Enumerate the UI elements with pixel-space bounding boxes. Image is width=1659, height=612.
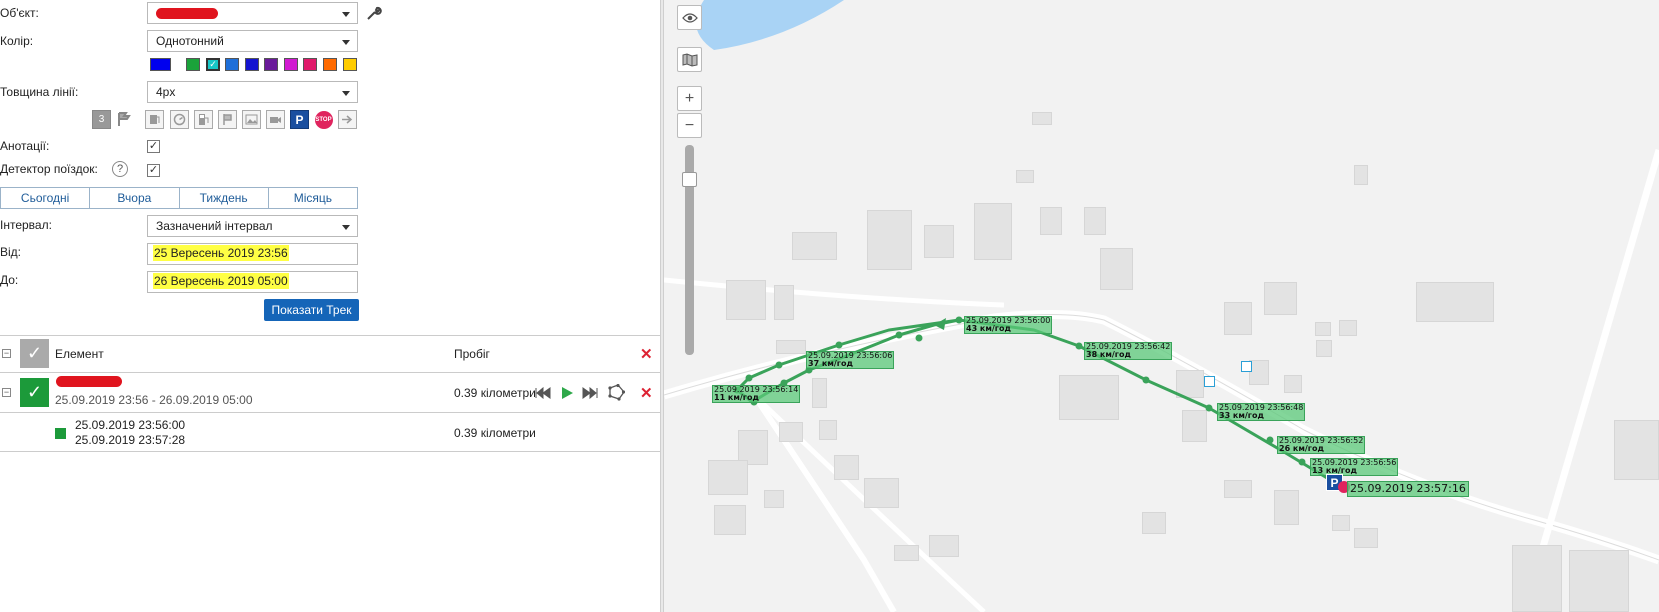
to-label: До: xyxy=(0,273,19,287)
track-annotation: 25.09.2019 23:56:56 13 км/год xyxy=(1310,458,1399,476)
divider xyxy=(0,372,660,373)
zoom-out-button[interactable]: − xyxy=(677,113,702,138)
object-select[interactable] xyxy=(147,2,358,24)
column-element: Елемент xyxy=(55,347,104,361)
bus-stop-icon xyxy=(1204,376,1215,387)
track-annotation: 25.09.2019 23:56:06 37 км/год xyxy=(806,351,895,369)
arrow-right-icon[interactable] xyxy=(338,110,357,129)
track-path xyxy=(733,316,1344,489)
parking-icon[interactable]: P xyxy=(290,110,309,129)
line-width-label: Товщина лінії: xyxy=(0,85,79,99)
track-annotation: 25.09.2019 23:56:52 26 км/год xyxy=(1277,436,1366,454)
color-swatch[interactable] xyxy=(225,58,239,71)
quick-period-tabs: Сьогодні Вчора Тиждень Місяць xyxy=(0,187,358,209)
zoom-in-button[interactable]: + xyxy=(677,86,702,111)
object-label: Об'єкт: xyxy=(0,6,39,20)
select-all-checkbox[interactable]: ✓ xyxy=(20,339,49,368)
from-date-input[interactable]: 25 Вересень 2019 23:56 xyxy=(147,243,358,265)
trip-detector-checkbox[interactable]: ✓ xyxy=(147,164,160,177)
object-redacted xyxy=(156,8,218,19)
color-swatch[interactable] xyxy=(150,58,171,71)
track-checkbox[interactable]: ✓ xyxy=(20,378,49,407)
stop-icon[interactable]: STOP xyxy=(314,110,333,129)
interval-select[interactable]: Зазначений інтервал xyxy=(147,215,358,237)
line-width-select[interactable]: 4px xyxy=(147,81,358,103)
chevron-down-icon xyxy=(342,91,350,96)
fast-forward-icon[interactable] xyxy=(582,386,598,402)
marker-number-icon[interactable]: 3 xyxy=(92,110,111,129)
from-label: Від: xyxy=(0,245,22,259)
color-swatch[interactable]: ✓ xyxy=(206,58,220,71)
collapse-track-icon[interactable]: − xyxy=(2,388,11,397)
chevron-down-icon xyxy=(342,40,350,45)
trip-color-marker xyxy=(55,428,66,439)
zoom-slider-handle[interactable] xyxy=(682,172,697,187)
color-label: Колір: xyxy=(0,34,34,48)
video-icon[interactable] xyxy=(266,110,285,129)
trip-start: 25.09.2019 23:56:00 xyxy=(75,418,186,432)
remove-all-icon[interactable]: ✕ xyxy=(640,345,653,363)
gauge-icon[interactable] xyxy=(170,110,189,129)
from-date-value: 25 Вересень 2019 23:56 xyxy=(153,245,289,261)
interval-value: Зазначений інтервал xyxy=(156,219,273,233)
tab-month[interactable]: Місяць xyxy=(268,188,357,208)
help-icon[interactable]: ? xyxy=(112,161,128,177)
show-track-button[interactable]: Показати Трек xyxy=(264,299,359,321)
fuel-icon[interactable] xyxy=(145,110,164,129)
flag-icon[interactable] xyxy=(218,110,237,129)
track-annotation: 25.09.2019 23:56:48 33 км/год xyxy=(1217,403,1306,421)
map-layers-icon[interactable] xyxy=(677,47,702,72)
track-mileage: 0.39 кілометри xyxy=(454,386,536,400)
wrench-icon[interactable] xyxy=(366,5,382,21)
track-panel: Об'єкт: Колір: Однотонний ✓ Товщина ліні… xyxy=(0,0,660,612)
color-swatch[interactable] xyxy=(323,58,337,71)
column-mileage: Пробіг xyxy=(454,347,490,361)
color-select[interactable]: Однотонний xyxy=(147,30,358,52)
color-swatch[interactable] xyxy=(186,58,200,71)
fuel-station-icon[interactable] xyxy=(194,110,213,129)
color-swatch[interactable] xyxy=(245,58,259,71)
color-select-value: Однотонний xyxy=(156,34,224,48)
collapse-all-icon[interactable]: − xyxy=(2,349,11,358)
interval-label: Інтервал: xyxy=(0,218,52,232)
track-annotation: 25.09.2019 23:56:14 11 км/год xyxy=(712,385,801,403)
stop-icon-label: STOP xyxy=(314,110,333,129)
track-annotation: 25.09.2019 23:56:42 38 км/год xyxy=(1084,342,1173,360)
tab-today[interactable]: Сьогодні xyxy=(1,188,91,208)
trip-end: 25.09.2019 23:57:28 xyxy=(75,433,186,447)
divider xyxy=(0,335,660,336)
color-swatch[interactable] xyxy=(284,58,298,71)
color-swatch[interactable] xyxy=(264,58,278,71)
chevron-down-icon xyxy=(342,12,350,17)
annotations-checkbox[interactable]: ✓ xyxy=(147,140,160,153)
play-icon[interactable] xyxy=(561,386,574,403)
image-icon[interactable] xyxy=(242,110,261,129)
tab-week[interactable]: Тиждень xyxy=(179,188,269,208)
to-date-input[interactable]: 26 Вересень 2019 05:00 xyxy=(147,271,358,293)
rewind-icon[interactable] xyxy=(535,386,551,402)
track-range: 25.09.2019 23:56 - 26.09.2019 05:00 xyxy=(55,393,253,407)
annotations-label: Анотації: xyxy=(0,139,50,153)
to-date-value: 26 Вересень 2019 05:00 xyxy=(153,273,289,289)
color-swatch[interactable] xyxy=(343,58,357,71)
track-annotation: 25.09.2019 23:56:00 43 км/год xyxy=(964,316,1053,334)
geofence-icon[interactable] xyxy=(607,383,626,404)
tab-yesterday[interactable]: Вчора xyxy=(90,188,180,208)
bus-stop-icon xyxy=(1241,361,1252,372)
color-swatch[interactable] xyxy=(303,58,317,71)
end-time-label: 25.09.2019 23:57:16 xyxy=(1347,481,1469,497)
divider xyxy=(0,451,660,452)
remove-track-icon[interactable]: ✕ xyxy=(640,384,653,402)
trip-detector-label: Детектор поїздок: xyxy=(0,162,98,176)
eye-icon[interactable] xyxy=(677,5,702,30)
track-name-redacted xyxy=(56,376,122,387)
trip-mileage: 0.39 кілометри xyxy=(454,426,536,440)
divider xyxy=(0,412,660,413)
chevron-down-icon xyxy=(342,225,350,230)
map-view[interactable]: 25.09.2019 23:56:00 43 км/год 25.09.2019 … xyxy=(664,0,1659,612)
flags-icon[interactable] xyxy=(115,110,134,129)
line-width-value: 4px xyxy=(156,85,176,99)
